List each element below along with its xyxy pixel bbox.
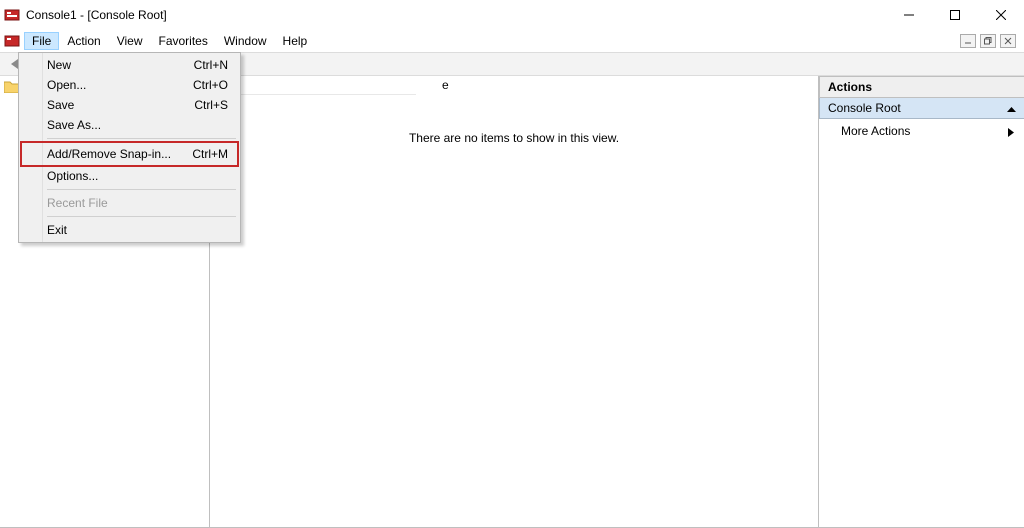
menu-file[interactable]: File	[24, 32, 59, 50]
content-empty-message: There are no items to show in this view.	[210, 131, 818, 145]
file-menu-exit[interactable]: Exit	[21, 220, 238, 240]
actions-section-console-root[interactable]: Console Root	[819, 98, 1024, 119]
file-menu-save-as[interactable]: Save As...	[21, 115, 238, 135]
window-title: Console1 - [Console Root]	[26, 8, 886, 22]
content-pane[interactable]: Namee There are no items to show in this…	[210, 76, 819, 528]
mdi-restore-button[interactable]	[980, 34, 996, 48]
minimize-button[interactable]	[886, 0, 932, 30]
close-button[interactable]	[978, 0, 1024, 30]
maximize-button[interactable]	[932, 0, 978, 30]
window-controls	[886, 0, 1024, 30]
submenu-arrow-icon	[1008, 126, 1014, 140]
file-menu-add-remove-snapin[interactable]: Add/Remove Snap-in... Ctrl+M	[21, 142, 238, 166]
mdi-controls	[960, 34, 1020, 48]
actions-link-label: More Actions	[841, 124, 910, 138]
file-menu-open[interactable]: Open... Ctrl+O	[21, 75, 238, 95]
mdi-close-button[interactable]	[1000, 34, 1016, 48]
menu-favorites[interactable]: Favorites	[151, 32, 216, 50]
file-menu-new[interactable]: New Ctrl+N	[21, 55, 238, 75]
menu-separator	[47, 138, 236, 139]
mmc-app-icon	[4, 7, 20, 23]
menu-window[interactable]: Window	[216, 32, 275, 50]
menubar: File Action View Favorites Window Help	[0, 30, 1024, 52]
mmc-doc-icon	[4, 33, 20, 49]
file-menu-options[interactable]: Options...	[21, 166, 238, 186]
actions-link-more[interactable]: More Actions	[819, 119, 1024, 143]
collapse-icon[interactable]	[1007, 103, 1016, 117]
menu-help[interactable]: Help	[275, 32, 316, 50]
file-menu-save[interactable]: Save Ctrl+S	[21, 95, 238, 115]
actions-pane-title: Actions	[819, 76, 1024, 98]
actions-section-label: Console Root	[828, 101, 901, 115]
actions-pane: Actions Console Root More Actions	[819, 76, 1024, 528]
file-menu-recent-file: Recent File	[21, 193, 238, 213]
menu-view[interactable]: View	[109, 32, 151, 50]
mdi-minimize-button[interactable]	[960, 34, 976, 48]
file-menu-dropdown: New Ctrl+N Open... Ctrl+O Save Ctrl+S Sa…	[18, 52, 241, 243]
menu-action[interactable]: Action	[59, 32, 108, 50]
menu-separator	[47, 189, 236, 190]
titlebar: Console1 - [Console Root]	[0, 0, 1024, 30]
menu-separator	[47, 216, 236, 217]
